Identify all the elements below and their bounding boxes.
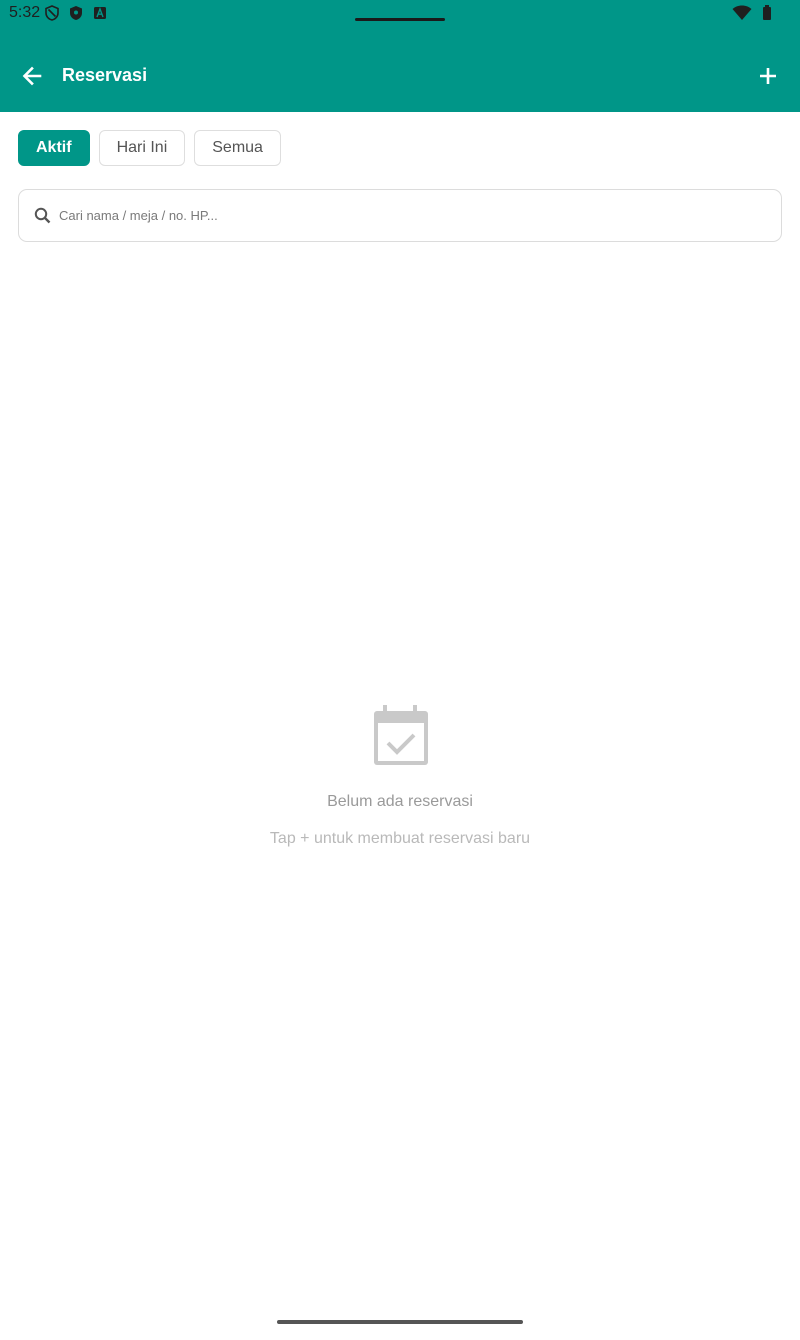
search-box	[18, 189, 782, 242]
search-icon	[33, 206, 53, 226]
status-bar: 5:32	[0, 0, 800, 40]
arrow-left-icon	[22, 66, 42, 86]
page-title: Reservasi	[62, 65, 148, 85]
camera-notch	[355, 18, 445, 21]
calendar-check-icon	[368, 703, 434, 769]
status-icons-right	[732, 5, 772, 26]
vpn-shield-icon	[44, 5, 60, 26]
filter-chips: Aktif Hari Ini Semua	[18, 130, 281, 166]
plus-icon	[760, 68, 776, 84]
back-button[interactable]	[16, 60, 48, 92]
wifi-icon	[732, 5, 752, 26]
home-indicator[interactable]	[277, 1320, 523, 1324]
empty-state-subtitle: Tap + untuk membuat reservasi baru	[269, 830, 531, 847]
filter-chip-semua[interactable]: Semua	[194, 130, 281, 166]
filter-chip-aktif[interactable]: Aktif	[18, 130, 90, 166]
app-bar: Reservasi	[0, 40, 800, 112]
font-a-icon	[92, 5, 108, 26]
status-icons-left	[44, 5, 108, 26]
status-time: 5:32	[9, 4, 41, 21]
empty-state-title: Belum ada reservasi	[327, 793, 473, 810]
add-reservation-button[interactable]	[752, 60, 784, 92]
search-input[interactable]	[59, 190, 759, 241]
security-shield-icon	[68, 5, 84, 26]
battery-icon	[762, 5, 772, 26]
filter-chip-hari-ini[interactable]: Hari Ini	[98, 130, 186, 166]
